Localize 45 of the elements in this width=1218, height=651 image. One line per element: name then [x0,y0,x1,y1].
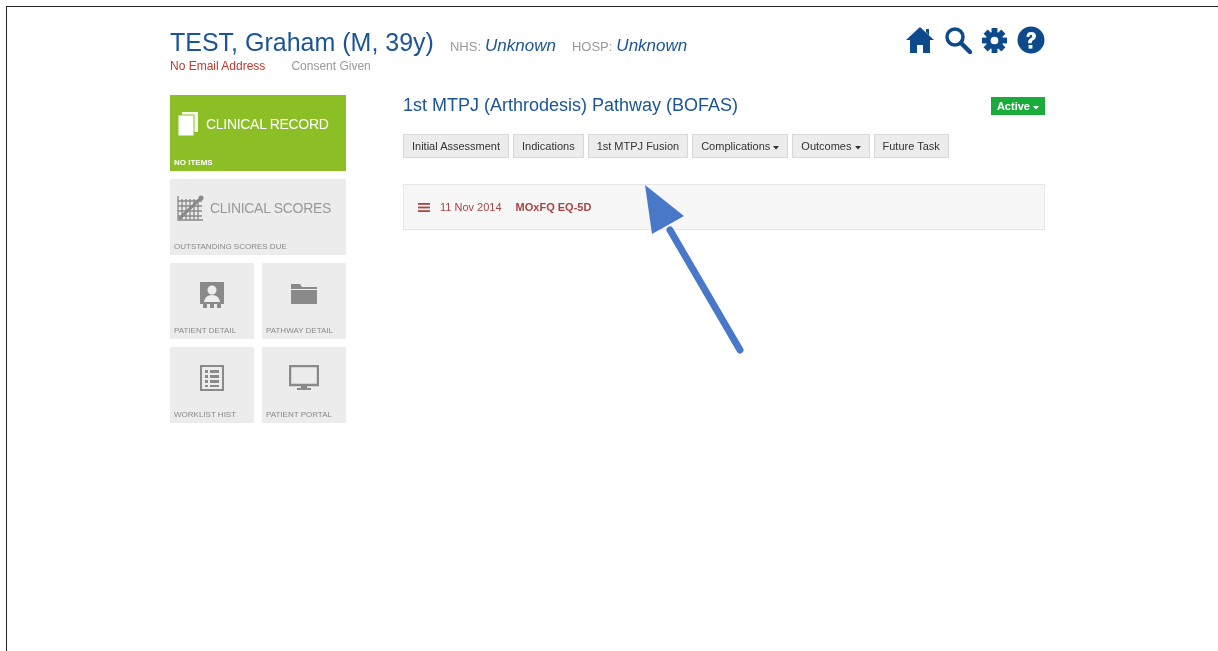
caret-icon [1033,105,1039,110]
tile-caption: NO ITEMS [174,158,214,167]
pathway-tab[interactable]: 1st MTPJ Fusion [587,134,689,158]
caret-icon [854,146,861,150]
tile-title: CLINICAL RECORD [206,116,329,132]
list-icon [200,365,224,391]
patient-name: TEST, Graham (M, 39y) [170,28,434,57]
pathway-tab[interactable]: Future Task [873,134,949,158]
pathway-title: 1st MTPJ (Arthrodesis) Pathway (BOFAS) [403,95,739,116]
id-label: NHS: [449,39,481,54]
entry-title: MOxFQ EQ-5D [515,201,592,213]
tile[interactable]: WORKLIST HIST [170,347,254,423]
home-icon[interactable] [905,26,935,54]
id-value: Unknown [485,36,556,56]
caret-icon [773,146,780,150]
tile-title: CLINICAL SCORES [210,200,331,216]
entry-date: 11 Nov 2014 [440,201,502,213]
status-dropdown[interactable]: Active [990,96,1045,115]
email-status: No Email Address [170,59,266,73]
settings-icon[interactable] [981,26,1008,54]
consent-status: Consent Given [291,59,371,73]
tile[interactable]: PATIENT DETAIL [170,263,254,339]
tile-caption: PATIENT DETAIL [174,326,238,335]
tile[interactable]: PATHWAY DETAIL [262,263,346,339]
tile-caption: OUTSTANDING SCORES DUE [174,242,288,251]
folder-icon [290,281,318,305]
search-icon[interactable] [944,26,972,54]
pathway-tab[interactable]: Indications [513,134,584,158]
tile-caption: PATIENT PORTAL [266,410,333,419]
documents-icon [176,111,200,137]
tile[interactable]: CLINICAL SCORES OUTSTANDING SCORES DUE [170,179,346,255]
monitor-icon [289,365,319,391]
pathway-tab[interactable]: Initial Assessment [403,134,510,158]
tile[interactable]: PATIENT PORTAL [262,347,346,423]
timeline-entry[interactable]: 11 Nov 2014 MOxFQ EQ-5D [403,184,1045,230]
id-value: Unknown [616,36,688,56]
tile-caption: PATHWAY DETAIL [266,326,334,335]
pathway-tab[interactable]: Outcomes [792,134,870,158]
menu-icon[interactable] [418,202,430,212]
chart-icon [176,195,204,221]
id-label: HOSP: [571,39,613,54]
help-icon[interactable] [1017,26,1045,54]
contact-card-icon [199,281,225,309]
pathway-tab[interactable]: Complications [692,134,789,158]
tile-caption: WORKLIST HIST [174,410,238,419]
